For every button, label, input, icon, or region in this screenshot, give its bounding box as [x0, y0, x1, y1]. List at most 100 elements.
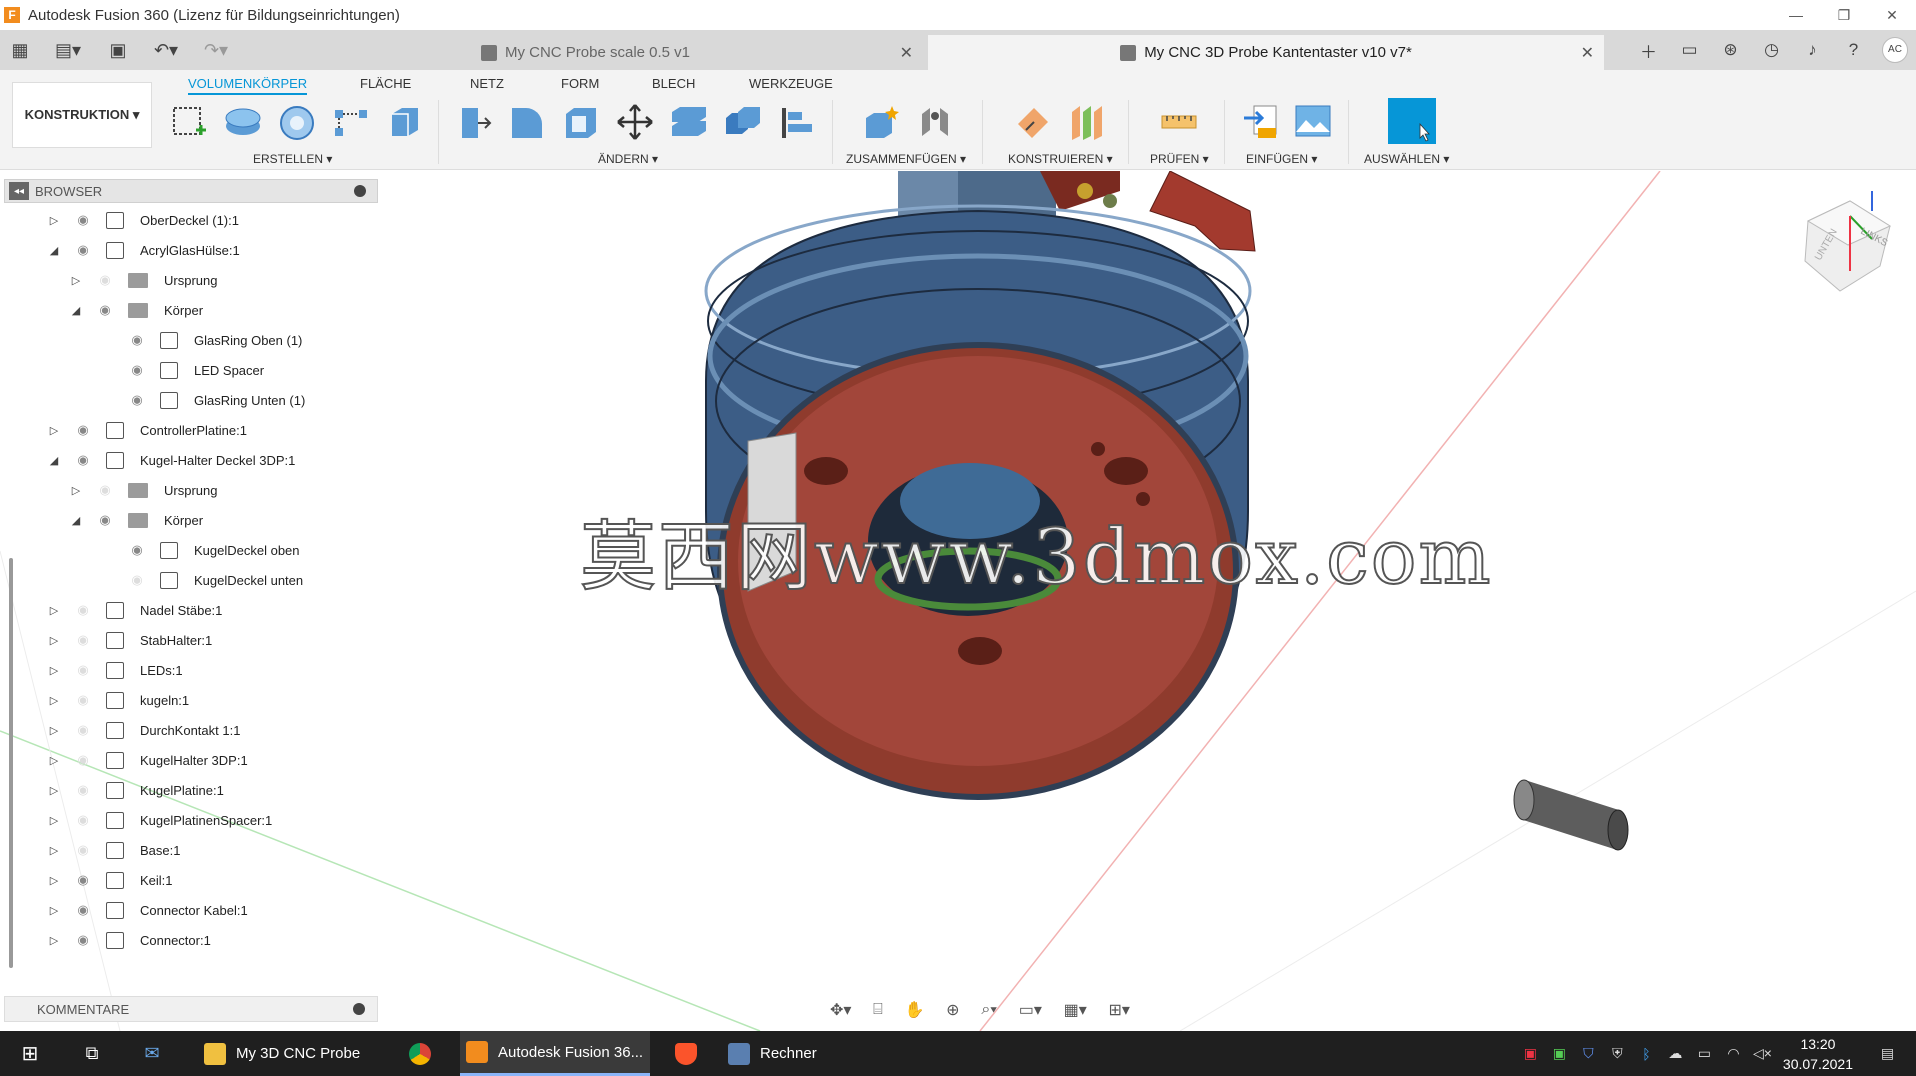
align-icon[interactable]	[776, 102, 818, 142]
zoom-icon[interactable]: ⊕	[946, 1000, 959, 1020]
group-auswaehlen[interactable]: AUSWÄHLEN ▾	[1364, 152, 1449, 166]
tree-item-oberdeckel[interactable]: ▷ ◉ OberDeckel (1):1	[48, 205, 239, 235]
box-icon[interactable]	[384, 102, 426, 142]
joint-icon[interactable]	[914, 102, 956, 142]
tree-item-base[interactable]: ▷ ◉ Base:1	[48, 835, 180, 865]
tree-item-kugeldeckel-oben[interactable]: ◉ KugelDeckel oben	[114, 535, 300, 565]
tree-item-kugelhalter-3dp[interactable]: ▷ ◉ KugelHalter 3DP:1	[48, 745, 248, 775]
visibility-eye-icon[interactable]: ◉	[74, 212, 92, 227]
expand-icon[interactable]: ▷	[48, 423, 60, 437]
task-view-icon[interactable]: ⧉	[76, 1031, 108, 1076]
undo-icon[interactable]: ↶▾	[146, 30, 186, 70]
visibility-eye-icon[interactable]: ◉	[96, 482, 114, 497]
close-window-button[interactable]: ✕	[1868, 0, 1916, 30]
tree-item-kugel-halter-deckel[interactable]: ◢ ◉ Kugel-Halter Deckel 3DP:1	[48, 445, 295, 475]
group-konstruieren[interactable]: KONSTRUIEREN ▾	[1008, 152, 1113, 166]
visibility-eye-icon[interactable]: ◉	[74, 602, 92, 617]
combine-icon[interactable]	[722, 102, 764, 142]
visibility-eye-icon[interactable]: ◉	[96, 272, 114, 287]
fillet-icon[interactable]	[506, 102, 548, 142]
visibility-eye-icon[interactable]: ◉	[74, 242, 92, 257]
expand-icon[interactable]: ▷	[48, 213, 60, 227]
expand-icon[interactable]: ▷	[48, 663, 60, 677]
tree-item-stabhalter[interactable]: ▷ ◉ StabHalter:1	[48, 625, 212, 655]
split-body-icon[interactable]	[668, 102, 710, 142]
expand-icon[interactable]: ▷	[48, 933, 60, 947]
tree-item-keil[interactable]: ▷ ◉ Keil:1	[48, 865, 173, 895]
shell-icon[interactable]	[560, 102, 602, 142]
save-icon[interactable]: ▣	[104, 30, 132, 70]
visibility-eye-icon[interactable]: ◉	[74, 662, 92, 677]
tree-item-ursprung[interactable]: ▷ ◉ Ursprung	[70, 265, 217, 295]
browser-scrollbar[interactable]	[9, 558, 13, 968]
pan-icon[interactable]: ✋	[905, 1000, 925, 1020]
tab-volumenkoerper[interactable]: VOLUMENKÖRPER	[188, 76, 308, 95]
tree-item-leds[interactable]: ▷ ◉ LEDs:1	[48, 655, 183, 685]
create-sketch-icon[interactable]	[168, 102, 210, 142]
mail-app-icon[interactable]: ✉	[136, 1031, 168, 1076]
grid-settings-icon[interactable]: ▦▾	[1064, 1000, 1087, 1020]
look-at-icon[interactable]: ⌸	[873, 1001, 883, 1019]
expand-icon[interactable]: ▷	[48, 843, 60, 857]
avatar[interactable]: AC	[1882, 37, 1908, 63]
viewcube[interactable]: LINKS UNTEN	[1804, 191, 1892, 292]
insert-canvas-icon[interactable]	[1292, 102, 1334, 142]
taskbar-explorer[interactable]: My 3D CNC Probe	[200, 1031, 370, 1076]
expand-icon[interactable]: ▷	[48, 723, 60, 737]
close-tab-icon[interactable]: ✕	[1581, 43, 1594, 63]
tree-item-kugeln[interactable]: ▷ ◉ kugeln:1	[48, 685, 189, 715]
visibility-eye-icon[interactable]: ◉	[74, 422, 92, 437]
browser-minimize-icon[interactable]	[354, 185, 366, 197]
move-icon[interactable]	[614, 102, 656, 142]
viewports-icon[interactable]: ⊞▾	[1109, 1000, 1130, 1020]
visibility-eye-icon[interactable]: ◉	[128, 572, 146, 587]
group-einfuegen[interactable]: EINFÜGEN ▾	[1246, 152, 1317, 166]
display-settings-icon[interactable]: ▭▾	[1019, 1000, 1042, 1020]
visibility-eye-icon[interactable]: ◉	[74, 782, 92, 797]
group-erstellen[interactable]: ERSTELLEN ▾	[253, 152, 332, 166]
visibility-eye-icon[interactable]: ◉	[74, 752, 92, 767]
visibility-eye-icon[interactable]: ◉	[128, 362, 146, 377]
visibility-eye-icon[interactable]: ◉	[128, 542, 146, 557]
tab-flaeche[interactable]: FLÄCHE	[360, 76, 411, 91]
tree-item-controllerplatine[interactable]: ▷ ◉ ControllerPlatine:1	[48, 415, 247, 445]
visibility-eye-icon[interactable]: ◉	[74, 842, 92, 857]
new-tab-icon[interactable]: ＋	[1628, 38, 1669, 63]
midplane-icon[interactable]	[1066, 102, 1108, 142]
visibility-eye-icon[interactable]: ◉	[74, 872, 92, 887]
chrome-icon[interactable]	[400, 1031, 440, 1076]
tree-item-glasring-unten[interactable]: ◉ GlasRing Unten (1)	[114, 385, 305, 415]
press-pull-icon[interactable]	[452, 102, 494, 142]
extensions-icon[interactable]: ⊛	[1710, 40, 1751, 60]
volume-icon[interactable]: ◁×	[1748, 1045, 1777, 1062]
tree-item-nadel-staebe[interactable]: ▷ ◉ Nadel Stäbe:1	[48, 595, 222, 625]
comments-panel[interactable]: KOMMENTARE	[4, 996, 378, 1022]
tab-werkzeuge[interactable]: WERKZEUGE	[749, 76, 833, 91]
expand-icon[interactable]: ▷	[48, 903, 60, 917]
tree-item-kugelplatinenspacer[interactable]: ▷ ◉ KugelPlatinenSpacer:1	[48, 805, 272, 835]
expand-icon[interactable]: ▷	[70, 483, 82, 497]
system-clock[interactable]: 13:20 30.07.2021	[1783, 1034, 1853, 1074]
action-center-icon[interactable]: ▤	[1873, 1045, 1902, 1062]
app-grid-icon[interactable]: ▦	[6, 30, 34, 70]
expand-icon[interactable]: ▷	[48, 813, 60, 827]
bluetooth-icon[interactable]: ᛒ	[1632, 1046, 1661, 1062]
close-tab-icon[interactable]: ✕	[900, 43, 913, 63]
tree-item-durchkontakt[interactable]: ▷ ◉ DurchKontakt 1:1	[48, 715, 240, 745]
redo-icon[interactable]: ↷▾	[196, 30, 236, 70]
cloud-icon[interactable]: ☁	[1661, 1045, 1690, 1062]
notifications-icon[interactable]: ♪	[1792, 40, 1833, 60]
measure-icon[interactable]	[1158, 102, 1200, 142]
tree-item-koerper[interactable]: ◢ ◉ Körper	[70, 295, 203, 325]
tab-netz[interactable]: NETZ	[470, 76, 504, 91]
extrude-icon[interactable]	[222, 102, 264, 142]
expand-icon[interactable]: ▷	[48, 753, 60, 767]
defender-icon[interactable]: ⛉	[1574, 1045, 1603, 1062]
expand-icon[interactable]: ▷	[48, 783, 60, 797]
tree-item-glasring-oben[interactable]: ◉ GlasRing Oben (1)	[114, 325, 302, 355]
tab-probe-scale[interactable]: My CNC Probe scale 0.5 v1 ✕	[248, 35, 923, 70]
visibility-eye-icon[interactable]: ◉	[128, 392, 146, 407]
expand-icon[interactable]: ▷	[48, 693, 60, 707]
revolve-icon[interactable]	[276, 102, 318, 142]
visibility-eye-icon[interactable]: ◉	[74, 722, 92, 737]
